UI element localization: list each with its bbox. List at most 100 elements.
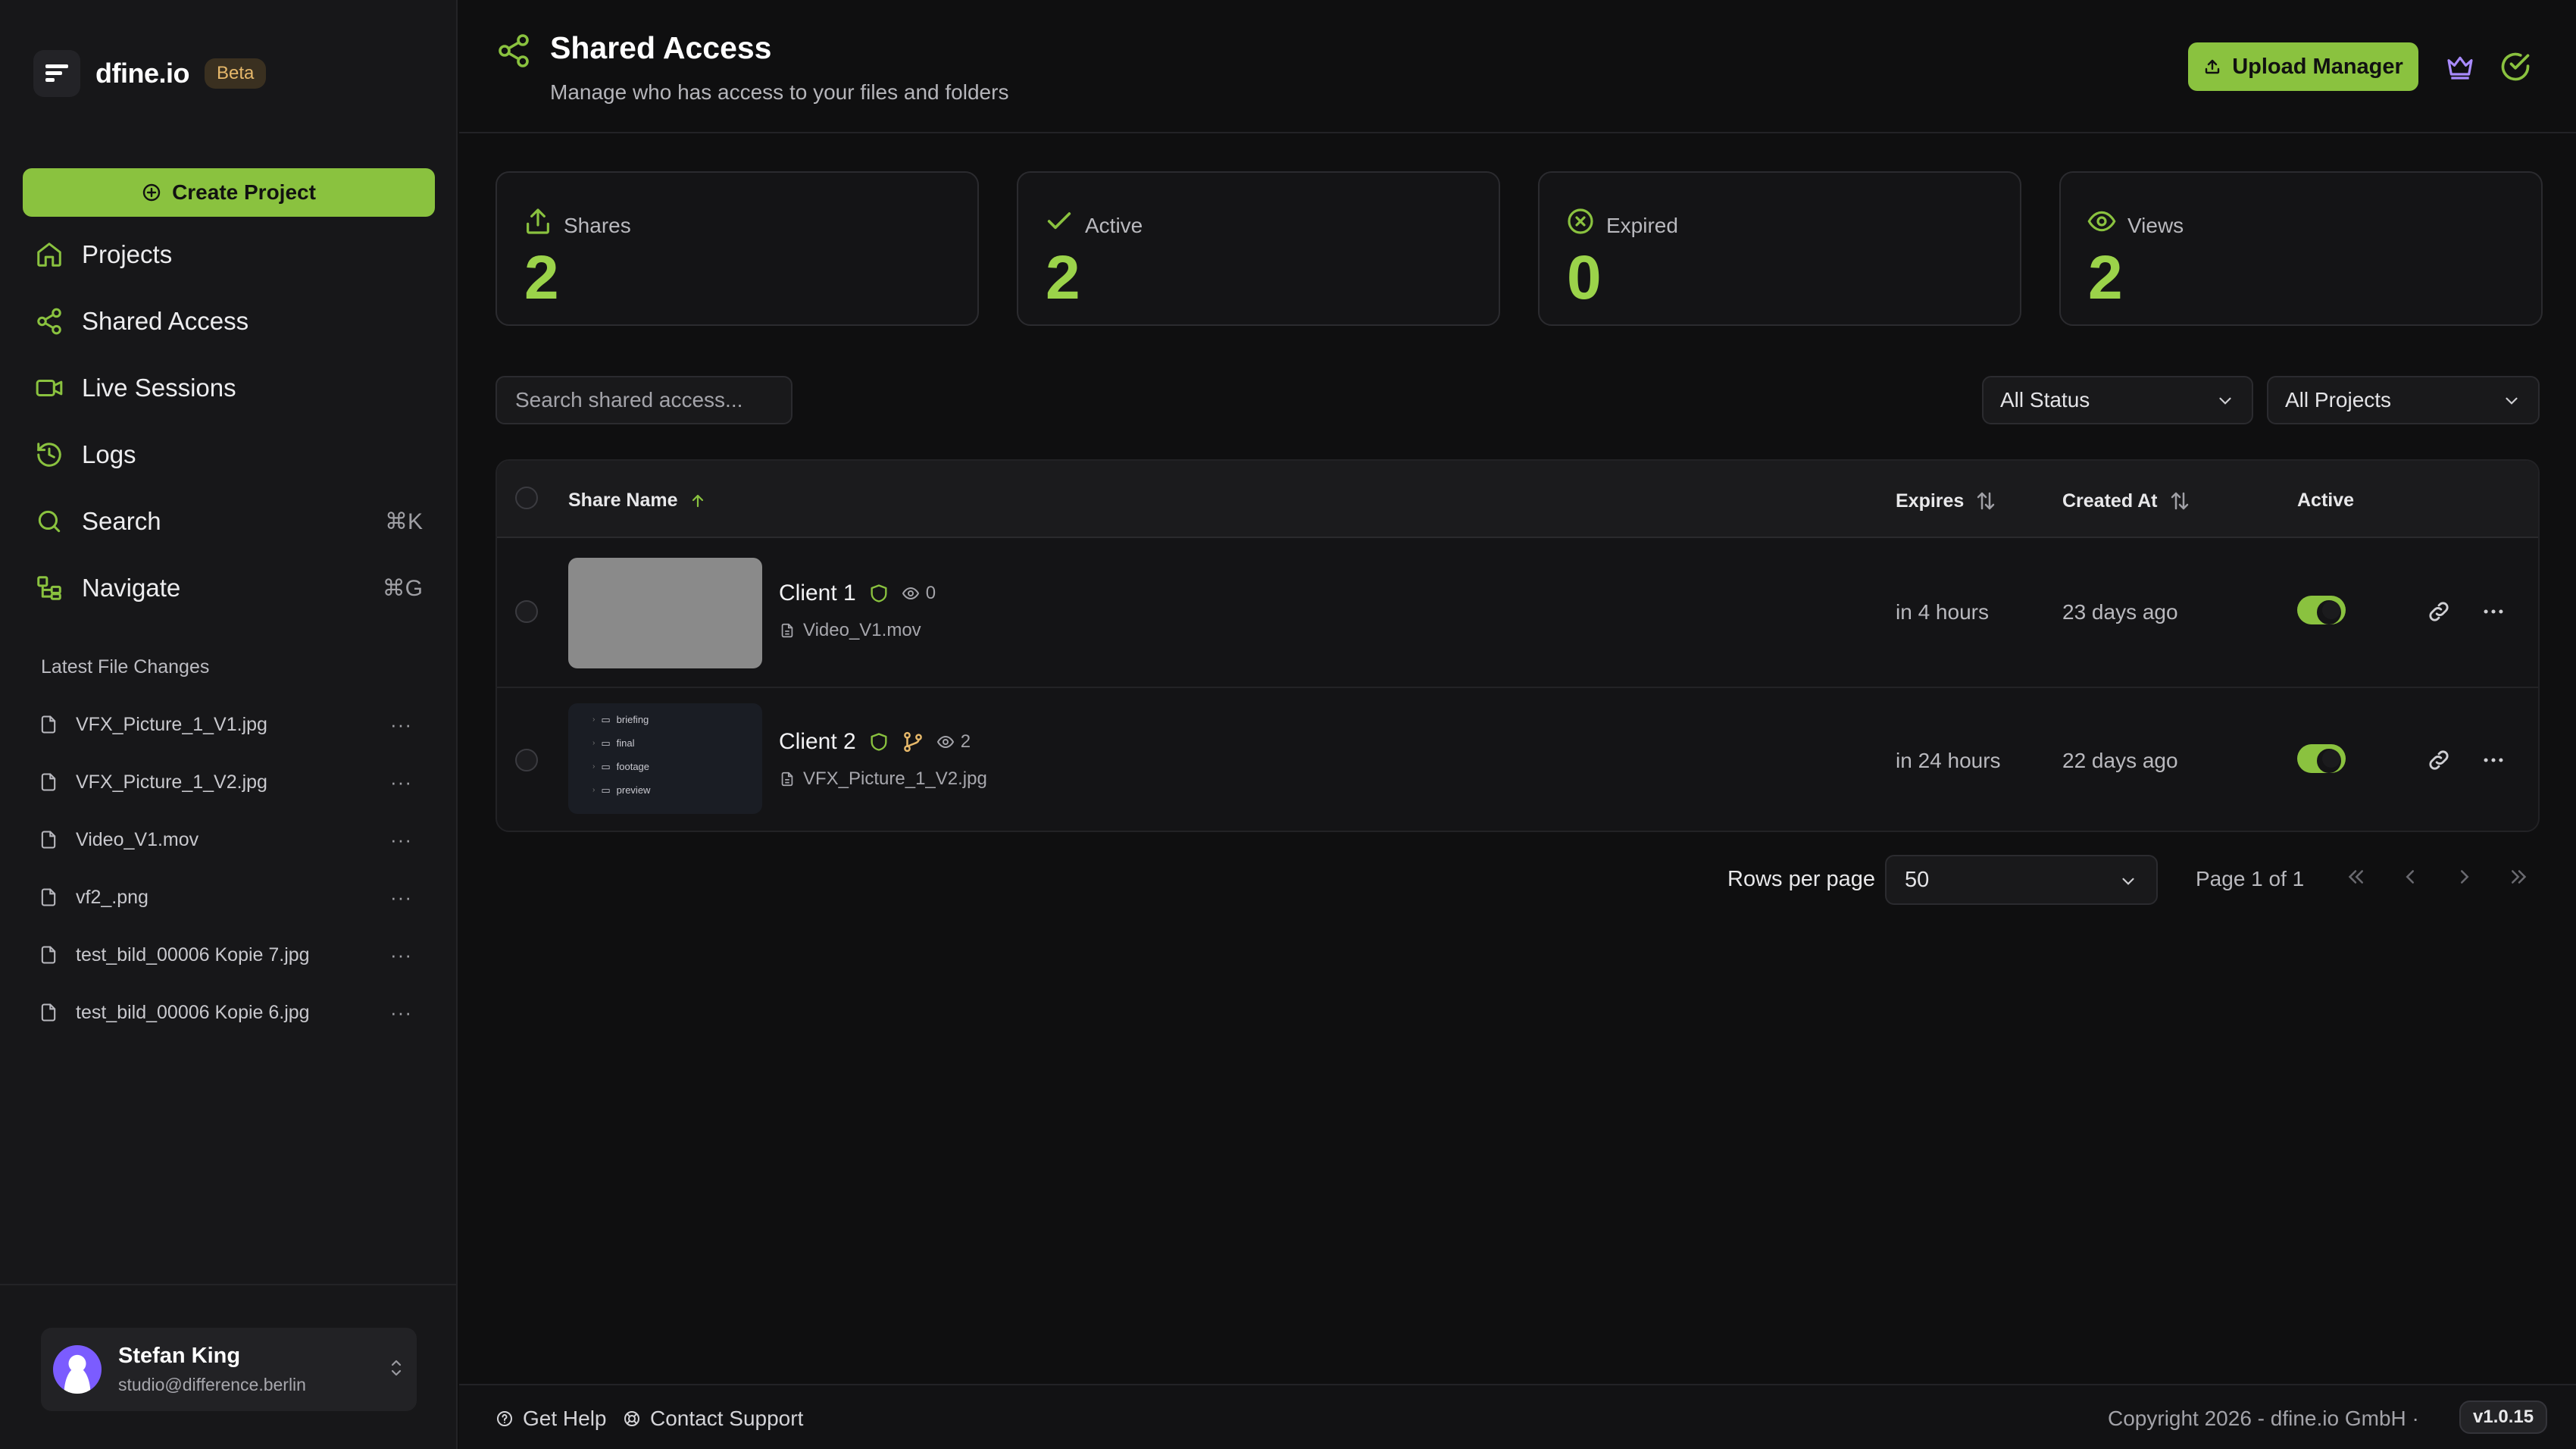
column-created-at[interactable]: Created At [2062,490,2191,512]
project-filter-select[interactable]: All Projects [2267,376,2540,424]
more-icon[interactable]: ··· [390,828,412,852]
page-subtitle: Manage who has access to your files and … [550,80,1009,104]
link-icon[interactable] [2426,747,2452,773]
eye-icon [936,735,954,749]
more-icon[interactable]: ··· [390,1001,412,1025]
share-name-label: Client 2 [779,729,856,754]
table-row[interactable]: Client 1 0 Video_V1.mov in 4 hours 23 da… [497,540,2538,687]
more-icon[interactable] [2481,747,2506,773]
create-project-label: Create Project [172,180,316,204]
select-all-checkbox[interactable] [515,487,538,509]
tree-item: › ▭ final [592,737,635,750]
column-label: Created At [2062,490,2158,512]
file-icon [41,946,56,964]
contact-support-link[interactable]: Contact Support [623,1407,803,1431]
get-help-label: Get Help [523,1407,607,1430]
stat-card-active: Active 2 [1017,171,1500,326]
chevron-up-down-icon [389,1357,403,1379]
version-badge: v1.0.15 [2459,1400,2548,1434]
create-project-button[interactable]: Create Project [23,168,435,217]
file-name: test_bild_00006 Kopie 6.jpg [76,1001,310,1023]
sidebar-item-projects[interactable]: Projects [23,221,435,288]
list-item[interactable]: VFX_Picture_1_V1.jpg ··· [33,696,435,753]
last-page-icon[interactable] [2508,865,2531,888]
latest-file-list: VFX_Picture_1_V1.jpg ··· VFX_Picture_1_V… [33,696,435,1041]
more-icon[interactable]: ··· [390,771,412,794]
chevron-down-icon [2215,391,2235,411]
next-page-icon[interactable] [2453,865,2476,888]
expires-cell: in 24 hours [1896,749,2001,772]
list-item[interactable]: Video_V1.mov ··· [33,811,435,868]
list-item[interactable]: vf2_.png ··· [33,868,435,926]
list-item[interactable]: test_bild_00006 Kopie 7.jpg ··· [33,926,435,984]
tree-item: › ▭ footage [592,760,650,773]
file-name: VFX_Picture_1_V2.jpg [76,771,267,793]
search-field[interactable] [515,388,791,412]
shortcut-search: ⌘K [384,509,423,534]
footer: Get Help Contact Support Copyright 2026 … [459,1384,2576,1449]
upload-icon [2206,59,2220,74]
upload-manager-label: Upload Manager [2232,54,2403,79]
more-icon[interactable]: ··· [390,713,412,737]
shield-icon [871,584,887,602]
lifebuoy-icon [624,1411,639,1426]
table-header: Share Name Expires Created At Active [497,461,2538,538]
upload-icon [523,206,553,236]
stat-label: Expired [1606,214,1678,237]
crown-icon[interactable] [2444,52,2476,82]
stat-label: Views [2127,214,2184,237]
more-icon[interactable]: ··· [390,886,412,909]
column-expires[interactable]: Expires [1896,490,1997,512]
stat-card-shares: Shares 2 [496,171,979,326]
list-item[interactable]: test_bild_00006 Kopie 6.jpg ··· [33,984,435,1041]
share-thumbnail[interactable]: › ▭ briefing › ▭ final › ▭ footage › ▭ preview [568,703,762,814]
share-name[interactable]: Client 2 2 [779,729,971,755]
brand[interactable]: dfine.io Beta [33,50,267,97]
more-icon[interactable] [2481,599,2506,624]
file-icon [41,1003,56,1022]
get-help-link[interactable]: Get Help [496,1407,607,1431]
column-share-name[interactable]: Share Name [568,490,707,512]
list-item[interactable]: VFX_Picture_1_V2.jpg ··· [33,753,435,811]
active-toggle[interactable] [2297,596,2346,624]
user-email: studio@difference.berlin [118,1375,306,1394]
arrow-up-icon [692,494,703,507]
shares-table: Share Name Expires Created At Active Cli… [496,459,2540,832]
sidebar-item-shared-access[interactable]: Shared Access [23,288,435,355]
expires-cell: in 4 hours [1896,600,1989,624]
created-cell: 23 days ago [2062,600,2178,624]
sidebar-item-navigate[interactable]: Navigate ⌘G [23,555,435,621]
sidebar-item-search[interactable]: Search ⌘K [23,488,435,555]
prev-page-icon[interactable] [2399,865,2421,888]
row-checkbox[interactable] [515,749,538,771]
share-name[interactable]: Client 1 0 [779,581,936,606]
copyright: Copyright 2026 - dfine.io GmbH · [2108,1407,2419,1430]
upload-manager-button[interactable]: Upload Manager [2188,42,2418,91]
page-header: Shared Access Manage who has access to y… [459,0,2576,133]
check-icon [1044,206,1074,236]
stat-card-expired: Expired 0 [1538,171,2021,326]
check-circle-icon[interactable] [2499,50,2532,83]
eye-icon [2087,206,2117,236]
sidebar-nav: Projects Shared Access Live Sessions Log… [23,221,435,621]
sort-icon [2171,492,2188,510]
search-input[interactable] [496,376,792,424]
link-icon[interactable] [2426,599,2452,624]
shortcut-navigate: ⌘G [382,575,423,601]
brand-logo-icon [33,50,80,97]
sidebar-item-logs[interactable]: Logs [23,421,435,488]
user-menu[interactable]: Stefan King studio@difference.berlin [41,1328,417,1411]
status-filter-select[interactable]: All Status [1982,376,2253,424]
sidebar-item-live-sessions[interactable]: Live Sessions [23,355,435,421]
eye-icon [902,587,919,600]
share-thumbnail[interactable] [568,558,762,668]
first-page-icon[interactable] [2344,865,2367,888]
plus-circle-icon [142,183,161,202]
more-icon[interactable]: ··· [390,944,412,967]
row-checkbox[interactable] [515,600,538,623]
active-toggle[interactable] [2297,744,2346,773]
shield-icon [871,733,887,751]
sidebar-item-label: Logs [82,440,136,468]
rows-per-page-select[interactable]: 50 [1885,855,2158,905]
table-row[interactable]: › ▭ briefing › ▭ final › ▭ footage › ▭ preview C… [497,688,2538,831]
